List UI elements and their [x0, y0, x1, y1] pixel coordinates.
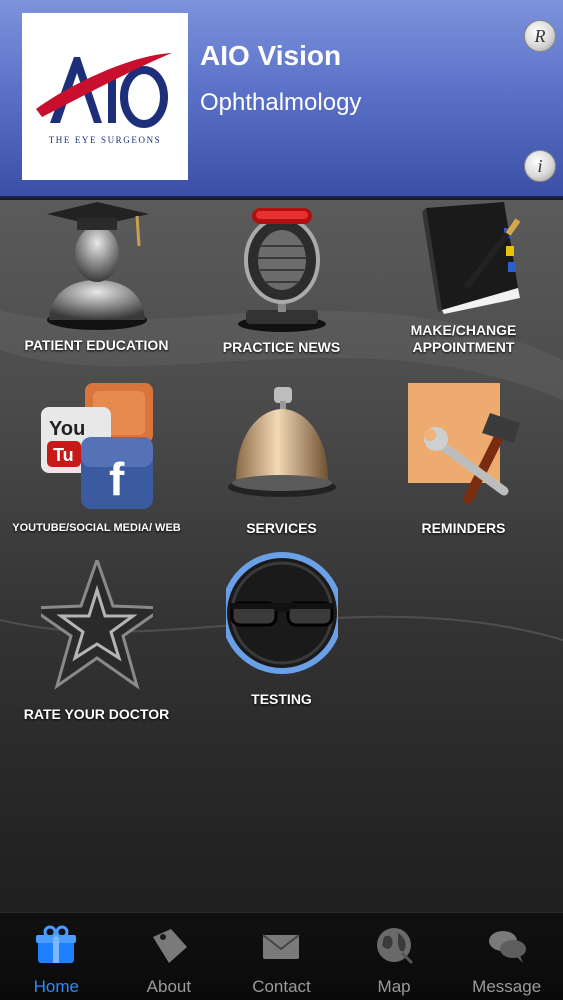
tab-about[interactable]: About — [113, 913, 226, 1000]
tab-label: Message — [472, 977, 542, 996]
gift-icon — [36, 925, 77, 963]
svg-text:f: f — [109, 453, 125, 505]
svg-text:Tu: Tu — [53, 445, 74, 465]
service-bell-icon — [228, 387, 336, 497]
practice-logo: THE EYE SURGEONS — [22, 13, 188, 180]
bottom-tab-bar: Home About Contact Map Message — [0, 912, 563, 1000]
tab-map[interactable]: Map — [338, 913, 451, 1000]
tile-reminders[interactable]: REMINDERS — [370, 383, 557, 563]
tile-label: MAKE/CHANGE APPOINTMENT — [410, 322, 517, 355]
tile-practice-news[interactable]: PRACTICE NEWS — [188, 202, 375, 382]
tools-icon — [408, 383, 520, 504]
tab-message[interactable]: Message — [450, 913, 563, 1000]
tile-make-change-appointment[interactable]: MAKE/CHANGE APPOINTMENT — [370, 202, 557, 382]
tile-label: TESTING — [251, 691, 312, 707]
tab-label: Map — [377, 977, 411, 996]
tile-label: PRACTICE NEWS — [222, 339, 341, 355]
tile-testing[interactable]: TESTING — [188, 547, 375, 727]
chat-bubble-icon — [488, 931, 526, 963]
info-icon-button[interactable]: i — [524, 150, 556, 182]
envelope-icon — [262, 934, 301, 959]
graduate-icon — [47, 202, 149, 330]
tag-icon — [152, 929, 187, 963]
glasses-icon — [226, 552, 338, 674]
tile-youtube-social-media-web[interactable]: You Tu f YOUTUBE/SOCIAL MEDIA/ WEB — [3, 383, 190, 563]
tab-label: About — [146, 977, 192, 996]
microphone-icon — [238, 208, 326, 332]
tile-rate-your-doctor[interactable]: RATE YOUR DOCTOR — [3, 560, 190, 740]
tab-contact[interactable]: Contact — [225, 913, 338, 1000]
app-title: AIO Vision — [200, 40, 342, 71]
star-icon — [41, 560, 153, 690]
tab-home[interactable]: Home — [0, 913, 113, 1000]
tab-label: Home — [33, 977, 79, 996]
app-header: THE EYE SURGEONS AIO Vision Ophthalmolog… — [0, 0, 563, 198]
app-subtitle: Ophthalmology — [200, 89, 362, 116]
tile-label: REMINDERS — [421, 520, 506, 536]
tile-label: PATIENT EDUCATION — [24, 337, 169, 353]
tab-label: Contact — [252, 977, 311, 996]
appointment-book-icon — [422, 202, 520, 314]
rate-icon-button[interactable]: R — [524, 20, 556, 52]
tile-label: RATE YOUR DOCTOR — [23, 706, 170, 722]
aio-logo-icon — [36, 53, 172, 128]
logo-tagline: THE EYE SURGEONS — [48, 135, 162, 145]
social-media-icon: You Tu f — [41, 383, 153, 509]
svg-text:You: You — [49, 418, 85, 440]
tile-patient-education[interactable]: PATIENT EDUCATION — [3, 202, 190, 382]
tile-label: YOUTUBE/SOCIAL MEDIA/ WEB — [12, 522, 181, 534]
globe-icon — [377, 928, 414, 965]
tile-label: SERVICES — [246, 520, 317, 536]
tile-services[interactable]: SERVICES — [188, 383, 375, 563]
home-menu-grid: PATIENT EDUCATION PRACTICE NEWS MAKE/CHA… — [0, 200, 563, 912]
